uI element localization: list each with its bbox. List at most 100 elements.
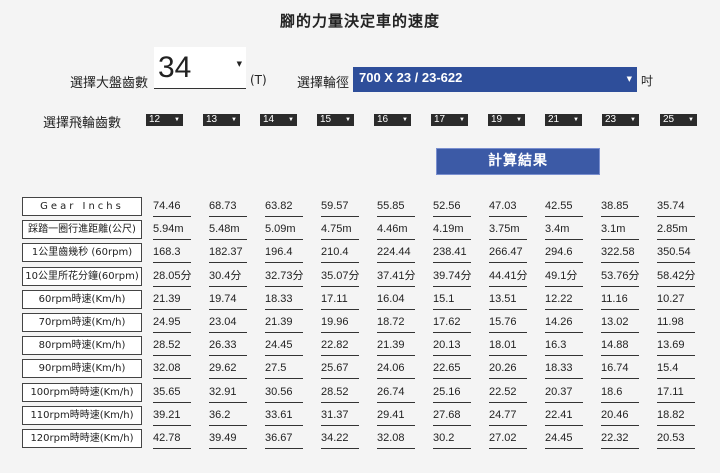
wheel-label: 選擇輪徑: [297, 76, 350, 91]
table-cell: 16.04: [377, 291, 415, 310]
table-cell: 3.75m: [489, 221, 527, 241]
table-cell: 20.13: [433, 337, 471, 357]
cog-select-3[interactable]: 15 ▼: [317, 114, 354, 126]
table-cell: 63.82: [265, 198, 303, 217]
table-cell: 39.74分: [433, 268, 472, 287]
triangle-down-icon: ▼: [402, 117, 408, 123]
chainring-select[interactable]: 34 ▼: [154, 47, 246, 89]
row-label: 120rpm時時速(Km/h): [22, 429, 142, 448]
table-cell: 34.22: [321, 430, 359, 449]
cog-select-4[interactable]: 16 ▼: [374, 114, 411, 126]
triangle-down-icon: ▼: [688, 117, 694, 123]
table-cell: 15.4: [657, 360, 695, 380]
row-label: 踩踏一圈行進距離(公尺): [22, 220, 142, 240]
table-cell: 18.33: [265, 291, 303, 310]
table-cell: 13.51: [489, 291, 527, 310]
table-cell: 4.46m: [377, 221, 415, 241]
cog-select-9[interactable]: 25 ▼: [660, 114, 697, 126]
table-cell: 11.16: [601, 291, 639, 310]
triangle-down-icon: ▼: [236, 60, 242, 68]
table-cell: 68.73: [209, 198, 247, 217]
table-cell: 22.52: [489, 384, 527, 403]
table-cell: 29.41: [377, 407, 415, 426]
table-cell: 322.58: [601, 244, 639, 264]
table-cell: 224.44: [377, 244, 415, 264]
table-cell: 59.57: [321, 198, 359, 217]
table-cell: 26.74: [377, 384, 415, 403]
wheel-select[interactable]: 700 X 23 / 23-622 ▼: [353, 67, 637, 92]
table-cell: 28.52: [153, 337, 191, 357]
triangle-down-icon: ▼: [626, 75, 632, 83]
table-cell: 18.72: [377, 314, 415, 333]
table-cell: 32.08: [377, 430, 415, 449]
triangle-down-icon: ▼: [573, 117, 579, 123]
row-label: 90rpm時速(Km/h): [22, 359, 142, 379]
triangle-down-icon: ▼: [630, 117, 636, 123]
table-cell: 17.11: [657, 384, 695, 403]
cog-value: 13: [206, 114, 218, 125]
table-cell: 37.41分: [377, 268, 416, 287]
cog-select-7[interactable]: 21 ▼: [545, 114, 582, 126]
table-cell: 350.54: [657, 244, 695, 264]
table-cell: 13.69: [657, 337, 695, 357]
table-cell: 3.1m: [601, 221, 639, 241]
table-cell: 4.75m: [321, 221, 359, 241]
chainring-unit: (T): [250, 73, 267, 87]
table-cell: 21.39: [265, 314, 303, 333]
table-cell: 19.74: [209, 291, 247, 310]
cog-select-5[interactable]: 17 ▼: [431, 114, 468, 126]
table-cell: 25.67: [321, 360, 359, 380]
table-cell: 14.26: [545, 314, 583, 333]
table-cell: 32.73分: [265, 268, 304, 287]
table-cell: 14.88: [601, 337, 639, 357]
wheel-unit: 吋: [641, 74, 654, 88]
row-label: 60rpm時速(Km/h): [22, 289, 142, 309]
table-cell: 28.05分: [153, 268, 192, 287]
table-cell: 168.3: [153, 244, 191, 264]
cog-value: 17: [434, 114, 446, 125]
cog-select-8[interactable]: 23 ▼: [602, 114, 639, 126]
row-label: 70rpm時速(Km/h): [22, 313, 142, 332]
chainring-label: 選擇大盤齒數: [70, 76, 149, 91]
table-cell: 29.62: [209, 360, 247, 380]
table-cell: 26.33: [209, 337, 247, 357]
table-cell: 58.42分: [657, 268, 696, 287]
cog-select-6[interactable]: 19 ▼: [488, 114, 525, 126]
table-cell: 24.95: [153, 314, 191, 333]
table-cell: 32.08: [153, 360, 191, 380]
table-cell: 21.39: [377, 337, 415, 357]
table-cell: 35.65: [153, 384, 191, 403]
table-cell: 55.85: [377, 198, 415, 217]
cog-value: 25: [663, 114, 675, 125]
table-cell: 22.41: [545, 407, 583, 426]
table-cell: 32.91: [209, 384, 247, 403]
table-cell: 24.45: [265, 337, 303, 357]
table-cell: 24.06: [377, 360, 415, 380]
table-cell: 31.37: [321, 407, 359, 426]
table-cell: 36.2: [209, 407, 247, 426]
row-label: 1公里齒幾秒 (60rpm): [22, 243, 142, 263]
table-cell: 30.4分: [209, 268, 247, 287]
table-cell: 15.76: [489, 314, 527, 333]
table-cell: 22.65: [433, 360, 471, 380]
triangle-down-icon: ▼: [288, 117, 294, 123]
cog-select-2[interactable]: 14 ▼: [260, 114, 297, 126]
calculate-button[interactable]: 計算結果: [436, 148, 600, 175]
triangle-down-icon: ▼: [516, 117, 522, 123]
cog-label: 選擇飛輪齒數: [43, 116, 122, 131]
table-cell: 5.94m: [153, 221, 191, 241]
triangle-down-icon: ▼: [459, 117, 465, 123]
table-cell: 22.32: [601, 430, 639, 449]
cog-value: 12: [149, 114, 161, 125]
table-cell: 30.2: [433, 430, 471, 449]
table-cell: 33.61: [265, 407, 303, 426]
table-cell: 53.76分: [601, 268, 640, 287]
table-cell: 12.22: [545, 291, 583, 310]
cog-select-1[interactable]: 13 ▼: [203, 114, 240, 126]
table-cell: 39.21: [153, 407, 191, 426]
table-cell: 21.39: [153, 291, 191, 310]
table-cell: 196.4: [265, 244, 303, 264]
table-cell: 20.37: [545, 384, 583, 403]
table-cell: 42.55: [545, 198, 583, 217]
cog-select-0[interactable]: 12 ▼: [146, 114, 183, 126]
